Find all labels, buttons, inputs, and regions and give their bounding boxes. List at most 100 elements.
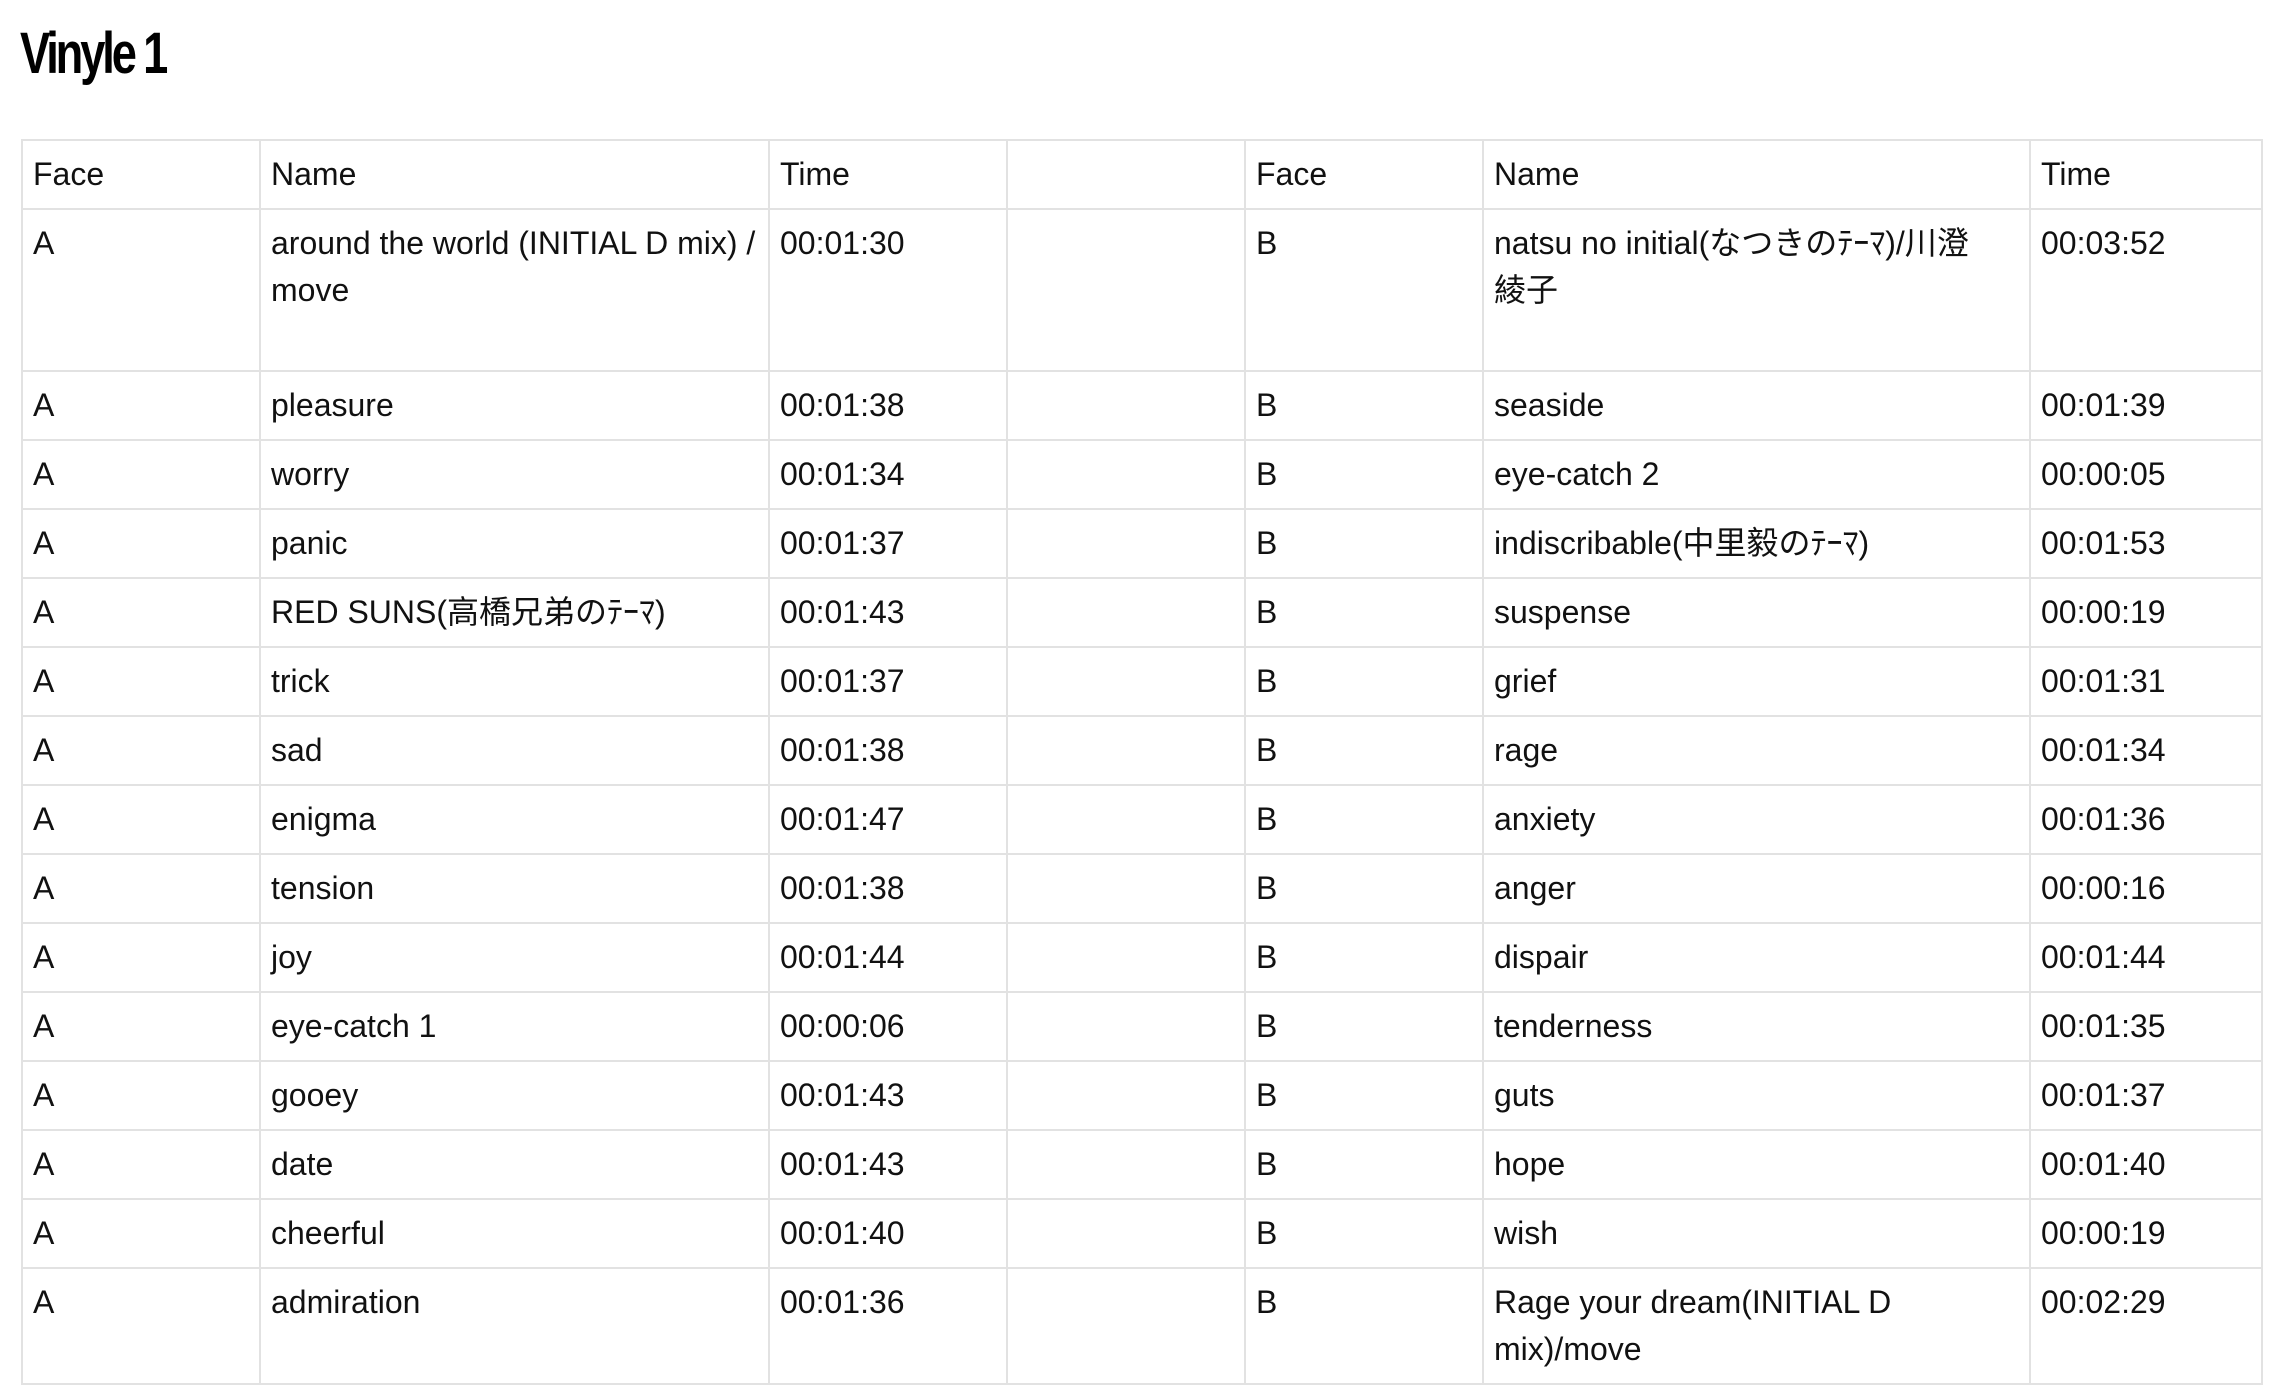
track-name-b-cell[interactable]: indiscribable(中里毅のﾃｰﾏ) bbox=[1482, 508, 2031, 579]
track-name-a-cell[interactable]: date bbox=[259, 1129, 770, 1200]
track-time-b-cell[interactable]: 00:01:37 bbox=[2029, 1060, 2263, 1131]
track-time-a-cell[interactable]: 00:00:06 bbox=[768, 991, 1008, 1062]
track-face-a-cell[interactable]: A bbox=[21, 1060, 261, 1131]
track-time-b-cell[interactable]: 00:01:53 bbox=[2029, 508, 2263, 579]
track-time-b-cell[interactable]: 00:03:52 bbox=[2029, 208, 2263, 372]
track-time-b-cell[interactable]: 00:00:19 bbox=[2029, 1198, 2263, 1269]
track-face-b-cell[interactable]: B bbox=[1244, 922, 1484, 993]
spacer-cell[interactable] bbox=[1006, 1267, 1246, 1385]
spacer-cell[interactable] bbox=[1006, 784, 1246, 855]
track-time-b-cell[interactable]: 00:01:39 bbox=[2029, 370, 2263, 441]
track-face-b-cell[interactable]: B bbox=[1244, 853, 1484, 924]
track-time-a-cell[interactable]: 00:01:37 bbox=[768, 646, 1008, 717]
track-time-b-cell[interactable]: 00:02:29 bbox=[2029, 1267, 2263, 1385]
header-time-b[interactable]: Time bbox=[2029, 139, 2263, 210]
track-time-b-cell[interactable]: 00:01:31 bbox=[2029, 646, 2263, 717]
track-name-a-cell[interactable]: eye-catch 1 bbox=[259, 991, 770, 1062]
track-name-b-cell[interactable]: rage bbox=[1482, 715, 2031, 786]
track-face-b-cell[interactable]: B bbox=[1244, 991, 1484, 1062]
track-name-b-cell[interactable]: Rage your dream(INITIAL D mix)/move bbox=[1482, 1267, 2031, 1385]
track-time-a-cell[interactable]: 00:01:47 bbox=[768, 784, 1008, 855]
track-face-b-cell[interactable]: B bbox=[1244, 784, 1484, 855]
track-face-b-cell[interactable]: B bbox=[1244, 508, 1484, 579]
track-time-a-cell[interactable]: 00:01:38 bbox=[768, 715, 1008, 786]
track-name-b-cell[interactable]: suspense bbox=[1482, 577, 2031, 648]
spacer-cell[interactable] bbox=[1006, 508, 1246, 579]
track-face-a-cell[interactable]: A bbox=[21, 991, 261, 1062]
spacer-cell[interactable] bbox=[1006, 1198, 1246, 1269]
track-face-a-cell[interactable]: A bbox=[21, 646, 261, 717]
track-name-a-cell[interactable]: around the world (INITIAL D mix) / move bbox=[259, 208, 770, 372]
spacer-cell[interactable] bbox=[1006, 715, 1246, 786]
track-time-a-cell[interactable]: 00:01:43 bbox=[768, 1129, 1008, 1200]
track-time-a-cell[interactable]: 00:01:37 bbox=[768, 508, 1008, 579]
track-time-b-cell[interactable]: 00:00:16 bbox=[2029, 853, 2263, 924]
track-face-a-cell[interactable]: A bbox=[21, 715, 261, 786]
track-name-b-cell[interactable]: dispair bbox=[1482, 922, 2031, 993]
track-name-a-cell[interactable]: sad bbox=[259, 715, 770, 786]
track-time-a-cell[interactable]: 00:01:38 bbox=[768, 370, 1008, 441]
header-face-b[interactable]: Face bbox=[1244, 139, 1484, 210]
track-face-a-cell[interactable]: A bbox=[21, 508, 261, 579]
header-time-a[interactable]: Time bbox=[768, 139, 1008, 210]
track-time-a-cell[interactable]: 00:01:43 bbox=[768, 577, 1008, 648]
track-time-b-cell[interactable]: 00:01:35 bbox=[2029, 991, 2263, 1062]
track-name-b-cell[interactable]: guts bbox=[1482, 1060, 2031, 1131]
track-face-a-cell[interactable]: A bbox=[21, 577, 261, 648]
track-name-a-cell[interactable]: gooey bbox=[259, 1060, 770, 1131]
track-name-b-cell[interactable]: grief bbox=[1482, 646, 2031, 717]
track-name-b-cell[interactable]: eye-catch 2 bbox=[1482, 439, 2031, 510]
track-time-a-cell[interactable]: 00:01:30 bbox=[768, 208, 1008, 372]
track-name-b-cell[interactable]: anger bbox=[1482, 853, 2031, 924]
track-name-a-cell[interactable]: RED SUNS(高橋兄弟のﾃｰﾏ) bbox=[259, 577, 770, 648]
spacer-cell[interactable] bbox=[1006, 439, 1246, 510]
track-face-b-cell[interactable]: B bbox=[1244, 370, 1484, 441]
track-face-a-cell[interactable]: A bbox=[21, 922, 261, 993]
track-name-b-cell[interactable]: wish bbox=[1482, 1198, 2031, 1269]
track-name-a-cell[interactable]: admiration bbox=[259, 1267, 770, 1385]
spacer-cell[interactable] bbox=[1006, 370, 1246, 441]
header-name-a[interactable]: Name bbox=[259, 139, 770, 210]
track-face-b-cell[interactable]: B bbox=[1244, 208, 1484, 372]
track-face-b-cell[interactable]: B bbox=[1244, 1198, 1484, 1269]
spacer-cell[interactable] bbox=[1006, 922, 1246, 993]
track-time-a-cell[interactable]: 00:01:40 bbox=[768, 1198, 1008, 1269]
track-name-b-cell[interactable]: natsu no initial(なつきのﾃｰﾏ)/川澄 綾子 bbox=[1482, 208, 2031, 372]
track-time-b-cell[interactable]: 00:01:34 bbox=[2029, 715, 2263, 786]
track-time-b-cell[interactable]: 00:01:40 bbox=[2029, 1129, 2263, 1200]
track-time-b-cell[interactable]: 00:01:44 bbox=[2029, 922, 2263, 993]
track-time-b-cell[interactable]: 00:00:05 bbox=[2029, 439, 2263, 510]
track-name-a-cell[interactable]: cheerful bbox=[259, 1198, 770, 1269]
track-face-b-cell[interactable]: B bbox=[1244, 1129, 1484, 1200]
track-time-a-cell[interactable]: 00:01:44 bbox=[768, 922, 1008, 993]
track-face-a-cell[interactable]: A bbox=[21, 853, 261, 924]
track-face-a-cell[interactable]: A bbox=[21, 439, 261, 510]
spacer-cell[interactable] bbox=[1006, 1060, 1246, 1131]
track-time-b-cell[interactable]: 00:01:36 bbox=[2029, 784, 2263, 855]
header-name-b[interactable]: Name bbox=[1482, 139, 2031, 210]
track-face-a-cell[interactable]: A bbox=[21, 784, 261, 855]
track-name-a-cell[interactable]: panic bbox=[259, 508, 770, 579]
track-name-a-cell[interactable]: worry bbox=[259, 439, 770, 510]
track-name-a-cell[interactable]: tension bbox=[259, 853, 770, 924]
track-face-b-cell[interactable]: B bbox=[1244, 1060, 1484, 1131]
track-name-a-cell[interactable]: trick bbox=[259, 646, 770, 717]
track-name-a-cell[interactable]: pleasure bbox=[259, 370, 770, 441]
spacer-cell[interactable] bbox=[1006, 1129, 1246, 1200]
track-face-b-cell[interactable]: B bbox=[1244, 439, 1484, 510]
spacer-cell[interactable] bbox=[1006, 646, 1246, 717]
track-face-a-cell[interactable]: A bbox=[21, 1129, 261, 1200]
spacer-cell[interactable] bbox=[1006, 991, 1246, 1062]
track-time-a-cell[interactable]: 00:01:43 bbox=[768, 1060, 1008, 1131]
spacer-cell[interactable] bbox=[1006, 208, 1246, 372]
track-name-a-cell[interactable]: enigma bbox=[259, 784, 770, 855]
track-face-a-cell[interactable]: A bbox=[21, 370, 261, 441]
track-face-a-cell[interactable]: A bbox=[21, 208, 261, 372]
track-time-a-cell[interactable]: 00:01:36 bbox=[768, 1267, 1008, 1385]
spacer-cell[interactable] bbox=[1006, 853, 1246, 924]
header-face-a[interactable]: Face bbox=[21, 139, 261, 210]
track-name-b-cell[interactable]: anxiety bbox=[1482, 784, 2031, 855]
track-name-a-cell[interactable]: joy bbox=[259, 922, 770, 993]
spacer-cell[interactable] bbox=[1006, 577, 1246, 648]
track-face-b-cell[interactable]: B bbox=[1244, 715, 1484, 786]
